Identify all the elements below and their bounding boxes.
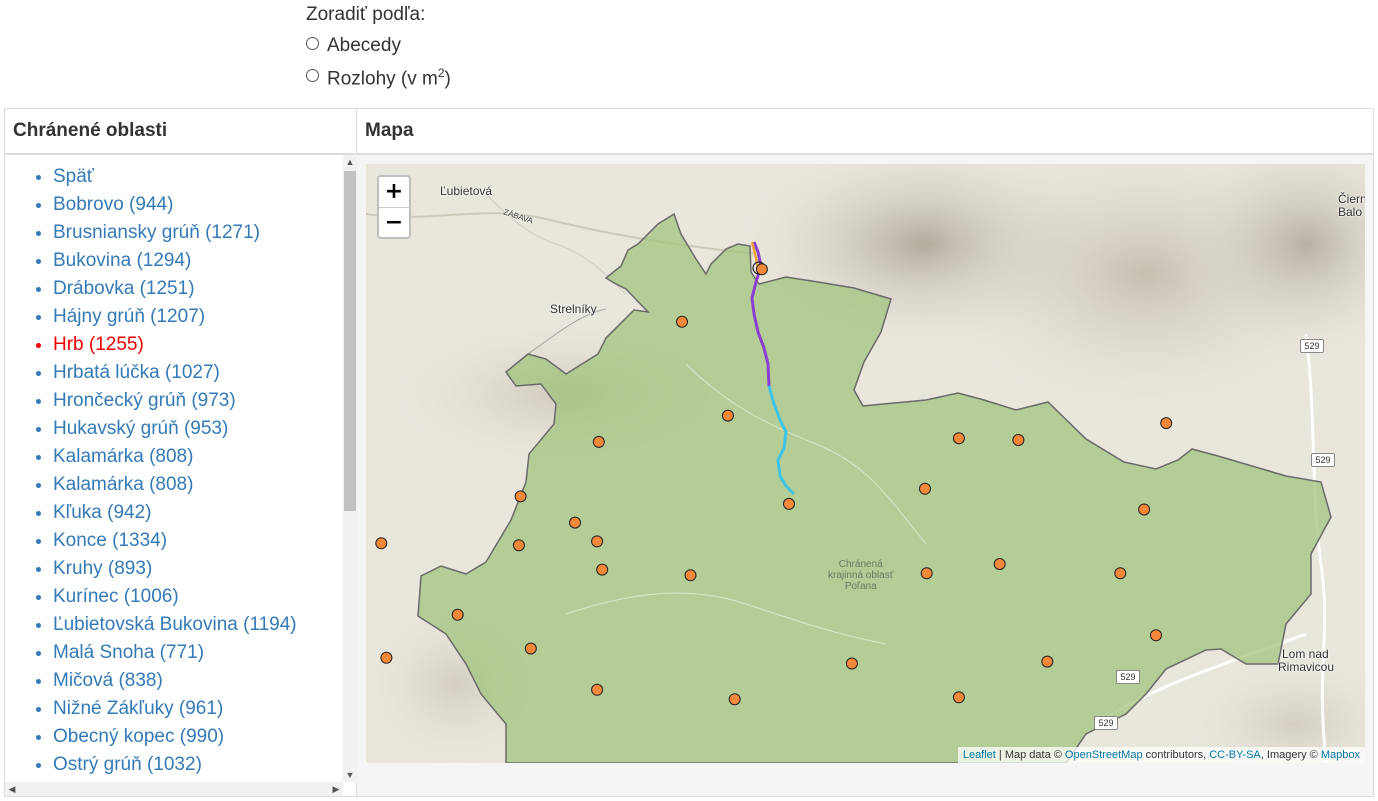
- sort-alphabet-option[interactable]: Abecedy: [306, 30, 451, 62]
- horizontal-scrollbar[interactable]: ◀ ▶: [5, 782, 343, 796]
- peak-marker[interactable]: [755, 263, 768, 276]
- protected-areas-panel: SpäťBobrovo (944)Brusniansky grúň (1271)…: [5, 155, 357, 796]
- peak-marker[interactable]: [1114, 567, 1127, 580]
- place-lubietova: Ľubietová: [440, 184, 493, 198]
- peak-marker[interactable]: [993, 558, 1006, 570]
- area-list-item[interactable]: Obecný kopec (990): [53, 723, 343, 751]
- area-list-item[interactable]: Hrb (1255): [53, 331, 343, 359]
- peak-marker[interactable]: [676, 315, 688, 328]
- scroll-up-icon[interactable]: ▲: [343, 155, 357, 169]
- sort-options: Zoradiť podľa: Abecedy Rozlohy (v m2): [306, 4, 451, 94]
- area-list-item[interactable]: Nižné Zákľuky (961): [53, 695, 343, 723]
- area-list-item[interactable]: Bobrovo (944): [53, 191, 343, 219]
- peak-marker[interactable]: [1150, 629, 1162, 642]
- area-list-item[interactable]: Hrbatá lúčka (1027): [53, 359, 343, 387]
- scroll-left-icon[interactable]: ◀: [5, 782, 19, 796]
- scroll-right-icon[interactable]: ▶: [329, 782, 343, 796]
- map-layers: [366, 164, 1365, 763]
- back-link[interactable]: Späť: [53, 163, 343, 191]
- sort-alphabet-label: Abecedy: [327, 35, 401, 56]
- area-list-item[interactable]: Kalamárka (808): [53, 471, 343, 499]
- area-list-item[interactable]: Kruhy (893): [53, 555, 343, 583]
- peak-marker[interactable]: [569, 516, 581, 529]
- area-list-item[interactable]: Ostrý grúň (1032): [53, 751, 343, 779]
- sort-label: Zoradiť podľa:: [306, 4, 426, 25]
- area-list-item[interactable]: Konce (1334): [53, 527, 343, 555]
- vertical-scrollbar[interactable]: ▲ ▼: [343, 155, 357, 782]
- peak-marker[interactable]: [524, 642, 537, 655]
- peak-marker[interactable]: [514, 490, 527, 503]
- peak-marker[interactable]: [920, 567, 933, 580]
- zoom-in-button[interactable]: +: [379, 177, 409, 208]
- peak-marker[interactable]: [592, 435, 605, 448]
- zoom-out-button[interactable]: −: [379, 208, 409, 238]
- area-list-item[interactable]: Hrončecký grúň (973): [53, 387, 343, 415]
- zoom-control: + −: [377, 175, 411, 239]
- protected-areas-list[interactable]: SpäťBobrovo (944)Brusniansky grúň (1271)…: [5, 155, 343, 782]
- sort-area-option[interactable]: Rozlohy (v m2): [306, 62, 451, 94]
- sort-area-radio[interactable]: [306, 68, 319, 82]
- place-balo: Balo: [1338, 205, 1363, 219]
- place-ciern: Čiern: [1338, 192, 1365, 206]
- peak-marker[interactable]: [952, 432, 965, 445]
- map-attribution: Leaflet | Map data © OpenStreetMap contr…: [957, 747, 1365, 763]
- peak-marker[interactable]: [845, 657, 858, 670]
- peak-marker[interactable]: [1160, 417, 1173, 430]
- area-list-item[interactable]: Drábovka (1251): [53, 275, 343, 303]
- peak-marker[interactable]: [451, 608, 464, 621]
- peak-marker[interactable]: [1138, 503, 1151, 516]
- area-list-item[interactable]: Kurínec (1006): [53, 583, 343, 611]
- scroll-down-icon[interactable]: ▼: [343, 768, 357, 782]
- area-list-item[interactable]: Brusniansky grúň (1271): [53, 219, 343, 247]
- road-shield-529: 529: [1116, 670, 1140, 684]
- peak-marker[interactable]: [380, 651, 393, 664]
- sort-alphabet-radio[interactable]: [306, 36, 319, 50]
- peak-marker[interactable]: [684, 569, 697, 582]
- area-list-item[interactable]: Mičová (838): [53, 667, 343, 695]
- peak-marker[interactable]: [591, 683, 604, 696]
- scrollbar-thumb[interactable]: [344, 171, 356, 511]
- osm-link[interactable]: OpenStreetMap: [1065, 749, 1143, 761]
- area-list-item[interactable]: Ľubietovská Bukovina (1194): [53, 611, 343, 639]
- map-panel: Ľubietová Strelníky Čiern Balo Lom nad R…: [357, 155, 1373, 796]
- area-list-item[interactable]: Kľuka (942): [53, 499, 343, 527]
- area-list-item[interactable]: Hukavský grúň (953): [53, 415, 343, 443]
- peak-marker[interactable]: [596, 563, 609, 576]
- area-list-item[interactable]: Kalamárka (808): [53, 443, 343, 471]
- peak-marker[interactable]: [512, 539, 525, 552]
- content-table: Chránené oblasti Mapa SpäťBobrovo (944)B…: [4, 108, 1374, 797]
- peak-marker[interactable]: [591, 535, 604, 548]
- leaflet-link[interactable]: Leaflet: [963, 749, 996, 761]
- area-list-item[interactable]: Malá Snoha (771): [53, 639, 343, 667]
- road-shield-529: 529: [1300, 339, 1324, 353]
- place-strelniky: Strelníky: [550, 302, 597, 316]
- place-lom-nad: Lom nad: [1282, 647, 1329, 661]
- area-list-item[interactable]: Bukovina (1294): [53, 247, 343, 275]
- peak-marker[interactable]: [375, 537, 388, 550]
- license-link[interactable]: CC-BY-SA: [1209, 749, 1261, 761]
- peak-marker[interactable]: [728, 693, 741, 706]
- area-list-item[interactable]: Hájny grúň (1207): [53, 303, 343, 331]
- peak-marker[interactable]: [1041, 655, 1054, 668]
- protected-area-label: Chránená krajinná oblasť Poľana: [828, 559, 894, 592]
- road-shield-529: 529: [1311, 453, 1335, 467]
- peak-marker[interactable]: [952, 691, 965, 704]
- sort-area-label: Rozlohy (v m2): [327, 65, 451, 90]
- peak-marker[interactable]: [721, 409, 734, 422]
- peak-marker[interactable]: [783, 497, 795, 510]
- protected-areas-header: Chránené oblasti: [5, 109, 357, 155]
- mapbox-link[interactable]: Mapbox: [1321, 749, 1360, 761]
- peak-marker[interactable]: [919, 482, 931, 495]
- road-shield-529: 529: [1094, 716, 1118, 730]
- map[interactable]: Ľubietová Strelníky Čiern Balo Lom nad R…: [366, 164, 1365, 763]
- place-rimavicou: Rimavicou: [1278, 660, 1335, 674]
- peak-marker[interactable]: [1012, 434, 1025, 446]
- map-header: Mapa: [357, 109, 1373, 155]
